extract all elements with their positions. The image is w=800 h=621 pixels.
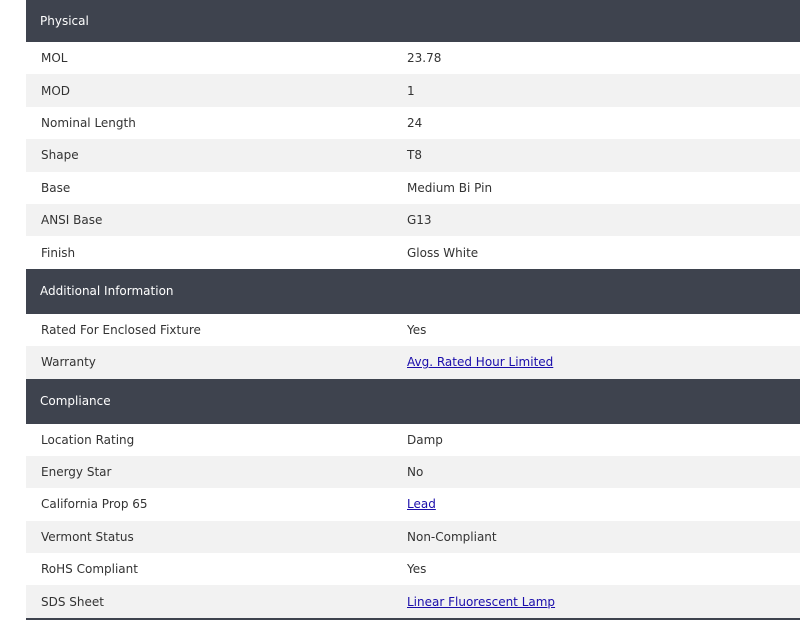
row-label-mod: MOD xyxy=(41,83,71,98)
row-value-base: Medium Bi Pin xyxy=(407,180,493,195)
row-label-finish: Finish xyxy=(41,245,76,260)
row-value-sds-sheet: Linear Fluorescent Lamp xyxy=(407,595,800,609)
table-row: Warranty Avg. Rated Hour Limited xyxy=(26,346,800,379)
table-row: RoHS Compliant Yes xyxy=(26,553,800,586)
table-row: California Prop 65 Lead xyxy=(26,488,800,521)
row-value-vermont-status: Non-Compliant xyxy=(407,529,497,544)
row-value-warranty: Avg. Rated Hour Limited xyxy=(407,355,800,369)
row-label-vermont-status: Vermont Status xyxy=(41,529,134,544)
table-row: SDS Sheet Linear Fluorescent Lamp xyxy=(26,585,800,618)
prop-65-link[interactable]: Lead xyxy=(407,497,436,511)
table-row: Base Medium Bi Pin xyxy=(26,171,800,204)
row-value-location-rating: Damp xyxy=(407,432,443,447)
row-value-shape: T8 xyxy=(407,148,422,163)
row-label-ansi-base: ANSI Base xyxy=(41,213,103,228)
row-value-mol: 23.78 xyxy=(407,51,442,66)
table-row: Location Rating Damp xyxy=(26,423,800,456)
section-title-compliance: Compliance xyxy=(40,394,111,409)
bottom-divider xyxy=(26,617,800,620)
table-row: Energy Star No xyxy=(26,455,800,489)
row-label-base: Base xyxy=(41,180,71,195)
section-header-compliance: Compliance xyxy=(26,378,800,424)
warranty-link[interactable]: Avg. Rated Hour Limited xyxy=(407,355,553,369)
row-label-shape: Shape xyxy=(41,148,79,163)
section-title-physical: Physical xyxy=(40,14,89,28)
row-label-energy-star: Energy Star xyxy=(41,465,112,480)
table-row: Shape T8 xyxy=(26,139,800,172)
row-value-rohs-compliant: Yes xyxy=(407,562,427,577)
row-value-rated-for-enclosed-fixture: Yes xyxy=(407,322,427,337)
section-header-physical: Physical xyxy=(26,0,800,42)
table-row: Nominal Length 24 xyxy=(26,106,800,140)
table-row: ANSI Base G13 xyxy=(26,203,800,237)
table-row: MOL 23.78 xyxy=(26,42,800,75)
row-label-warranty: Warranty xyxy=(41,355,96,370)
table-row: Rated For Enclosed Fixture Yes xyxy=(26,313,800,347)
table-row: Finish Gloss White xyxy=(26,236,800,269)
physical-rows: MOL 23.78 MOD 1 Nominal Length 24 Shape … xyxy=(26,42,800,269)
row-value-ansi-base: G13 xyxy=(407,213,432,228)
row-label-california-prop-65: California Prop 65 xyxy=(41,497,148,512)
row-value-california-prop-65: Lead xyxy=(407,497,800,511)
row-value-nominal-length: 24 xyxy=(407,115,423,130)
section-title-additional-information: Additional Information xyxy=(40,284,174,299)
row-label-sds-sheet: SDS Sheet xyxy=(41,594,104,609)
row-label-rohs-compliant: RoHS Compliant xyxy=(41,562,138,577)
row-label-nominal-length: Nominal Length xyxy=(41,115,136,130)
row-value-finish: Gloss White xyxy=(407,245,479,260)
row-value-energy-star: No xyxy=(407,465,424,480)
compliance-rows: Location Rating Damp Energy Star No Cali… xyxy=(26,423,800,618)
row-label-location-rating: Location Rating xyxy=(41,432,135,447)
additional-rows: Rated For Enclosed Fixture Yes Warranty … xyxy=(26,313,800,379)
table-row: Vermont Status Non-Compliant xyxy=(26,520,800,554)
row-value-mod: 1 xyxy=(407,83,415,98)
row-label-mol: MOL xyxy=(41,51,68,66)
row-label-rated-for-enclosed-fixture: Rated For Enclosed Fixture xyxy=(41,322,201,337)
sds-sheet-link[interactable]: Linear Fluorescent Lamp xyxy=(407,595,555,609)
section-header-additional-information: Additional Information xyxy=(26,268,800,314)
table-row: MOD 1 xyxy=(26,74,800,107)
spec-table: Physical MOL 23.78 MOD 1 Nominal Length … xyxy=(26,0,800,620)
